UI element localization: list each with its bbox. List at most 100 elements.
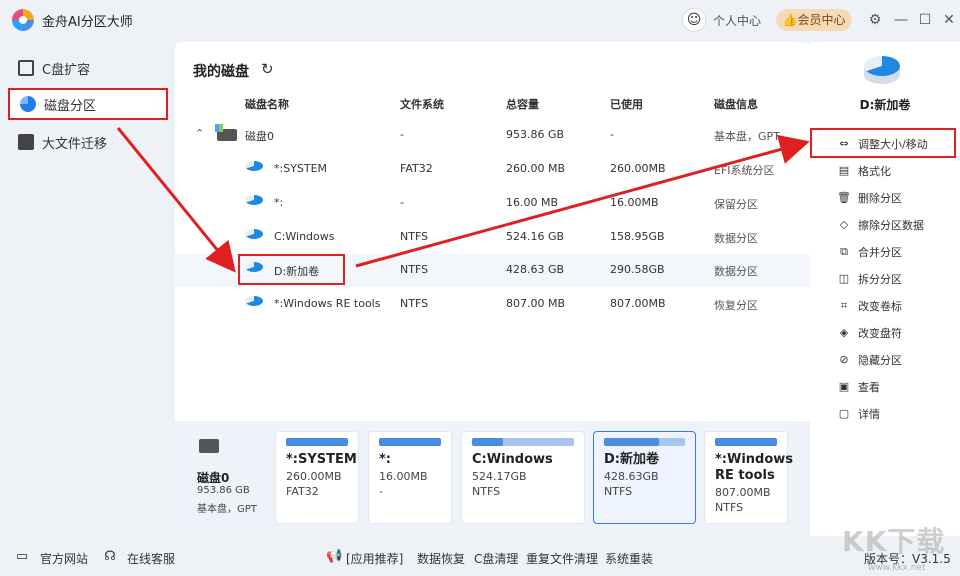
cell-used: 260.00MB [610,162,666,175]
cell-total: 807.00 MB [506,297,566,310]
sidebar-item-disk-partition[interactable]: 磁盘分区 [8,88,168,120]
map-card-label: *: [379,452,391,467]
table-row[interactable]: *:Windows RE tools NTFS 807.00 MB 807.00… [175,288,810,321]
app-logo-icon [12,9,34,31]
action-label: 改变盘符 [858,327,902,340]
column-header-name: 磁盘名称 [245,98,289,111]
action-label: 格式化 [858,165,891,178]
selected-partition-title: D:新加卷 [859,98,911,112]
table-row[interactable]: C:Windows NTFS 524.16 GB 158.95GB 数据分区 [175,221,810,254]
vip-center-button[interactable]: 👍会员中心 [776,9,852,31]
chevron-up-icon[interactable]: ⌃ [195,127,204,140]
close-icon[interactable]: ✕ [939,10,959,30]
cell-info: 保留分区 [714,198,758,211]
action-label: 合并分区 [858,246,902,259]
map-partition-card-selected[interactable]: D:新加卷 428.63GB NTFS [593,431,696,524]
map-card-size: 807.00MB [715,486,771,499]
refresh-icon[interactable]: ↻ [261,60,274,78]
details-button[interactable]: ▢ 详情 [810,401,960,427]
action-label: 改变卷标 [858,300,902,313]
erase-partition-button[interactable]: ◇ 擦除分区数据 [810,212,960,238]
maximize-icon[interactable]: ☐ [915,10,935,30]
website-link[interactable]: 官方网站 [40,550,88,567]
cell-total: 953.86 GB [506,128,565,141]
cell-info: 恢复分区 [714,299,758,312]
sidebar-item-file-migrate[interactable]: 大文件迁移 [8,126,168,158]
footer-link-duplicate[interactable]: 重复文件清理 [526,550,598,567]
recommend-label: [应用推荐] [346,552,404,566]
eraser-icon: ◇ [839,218,849,231]
cell-total: 524.16 GB [506,230,565,243]
annotation-box-resize [810,128,956,158]
change-letter-button[interactable]: ◈ 改变盘符 [810,320,960,346]
footer-link-c-clean[interactable]: C盘清理 [474,550,518,567]
user-center-link[interactable]: 个人中心 [713,12,761,29]
format-button[interactable]: ▤ 格式化 [810,158,960,184]
partition-actions-panel: D:新加卷 ⇔ 调整大小/移动 ▤ 格式化 🗑 删除分区 ◇ 擦除分区数据 ⧉ … [810,42,960,536]
cell-fs: - [400,196,404,209]
usage-bar [472,438,574,446]
sidebar-item-c-expand[interactable]: C盘扩容 [8,52,168,84]
action-label: 隐藏分区 [858,354,902,367]
hide-icon: ⊘ [839,353,849,366]
cell-info: 基本盘，GPT [714,130,780,143]
sidebar-item-label: 磁盘分区 [44,98,97,114]
delete-partition-button[interactable]: 🗑 删除分区 [810,185,960,211]
cell-name: *:Windows RE tools [274,297,381,310]
map-card-fs: NTFS [472,485,501,498]
format-icon: ▤ [838,164,850,177]
website-icon: ▭ [15,549,29,564]
usage-bar [379,438,441,446]
user-avatar[interactable]: ☺ [682,8,706,32]
change-label-button[interactable]: ⌗ 改变卷标 [810,293,960,319]
action-label: 拆分分区 [858,273,902,286]
footer-link-recovery[interactable]: 数据恢复 [417,550,465,567]
table-row-disk[interactable]: ⌃ 磁盘0 - 953.86 GB - 基本盘，GPT [175,119,810,152]
map-card-label: *:Windows RE tools [715,452,794,483]
cell-used: 158.95GB [610,230,665,243]
action-label: 擦除分区数据 [858,219,924,232]
view-icon: ▣ [838,380,850,393]
partition-icon [245,161,263,177]
action-label: 删除分区 [858,192,902,205]
action-label: 查看 [858,381,880,394]
map-disk-type: 基本盘，GPT [197,504,257,515]
minimize-icon[interactable]: — [891,10,911,30]
column-header-total: 总容量 [506,98,539,111]
merge-icon: ⧉ [840,245,848,258]
partition-icon [245,195,263,211]
table-row[interactable]: *: - 16.00 MB 16.00MB 保留分区 [175,187,810,220]
column-header-used: 已使用 [610,98,643,111]
map-disk-summary: 磁盘0 953.86 GB 基本盘，GPT [185,431,265,526]
cell-used: 290.58GB [610,263,665,276]
view-button[interactable]: ▣ 查看 [810,374,960,400]
map-card-label: D:新加卷 [604,452,659,467]
usage-bar [715,438,777,446]
action-label: 详情 [858,408,880,421]
footer-link-reinstall[interactable]: 系统重装 [605,550,653,567]
cell-fs: NTFS [400,297,429,310]
map-card-label: *:SYSTEM [286,452,357,467]
map-partition-card[interactable]: C:Windows 524.17GB NTFS [461,431,585,524]
settings-icon[interactable]: ⚙ [865,10,885,30]
cell-info: 数据分区 [714,232,758,245]
support-link[interactable]: 在线客服 [127,550,175,567]
map-partition-card[interactable]: *: 16.00MB - [368,431,452,524]
table-row[interactable]: *:SYSTEM FAT32 260.00 MB 260.00MB EFI系统分… [175,153,810,186]
migrate-icon [18,134,34,150]
status-bar: ▭ 官方网站 ☊ 在线客服 📢 [应用推荐] 数据恢复 C盘清理 重复文件清理 … [0,540,960,576]
watermark-url: www.kkx.net [868,563,926,573]
hide-partition-button[interactable]: ⊘ 隐藏分区 [810,347,960,373]
disk-icon [215,124,237,141]
map-disk-size: 953.86 GB [197,485,250,496]
map-partition-card[interactable]: *:Windows RE tools 807.00MB NTFS [704,431,794,524]
map-partition-card[interactable]: *:SYSTEM 260.00MB FAT32 [275,431,359,524]
map-card-size: 260.00MB [286,470,342,483]
merge-partition-button[interactable]: ⧉ 合并分区 [810,239,960,265]
split-partition-button[interactable]: ◫ 拆分分区 [810,266,960,292]
cell-fs: - [400,128,404,141]
vip-center-label: 会员中心 [797,13,846,27]
cell-name: 磁盘0 [245,130,274,143]
cell-total: 16.00 MB [506,196,559,209]
column-header-info: 磁盘信息 [714,98,758,111]
